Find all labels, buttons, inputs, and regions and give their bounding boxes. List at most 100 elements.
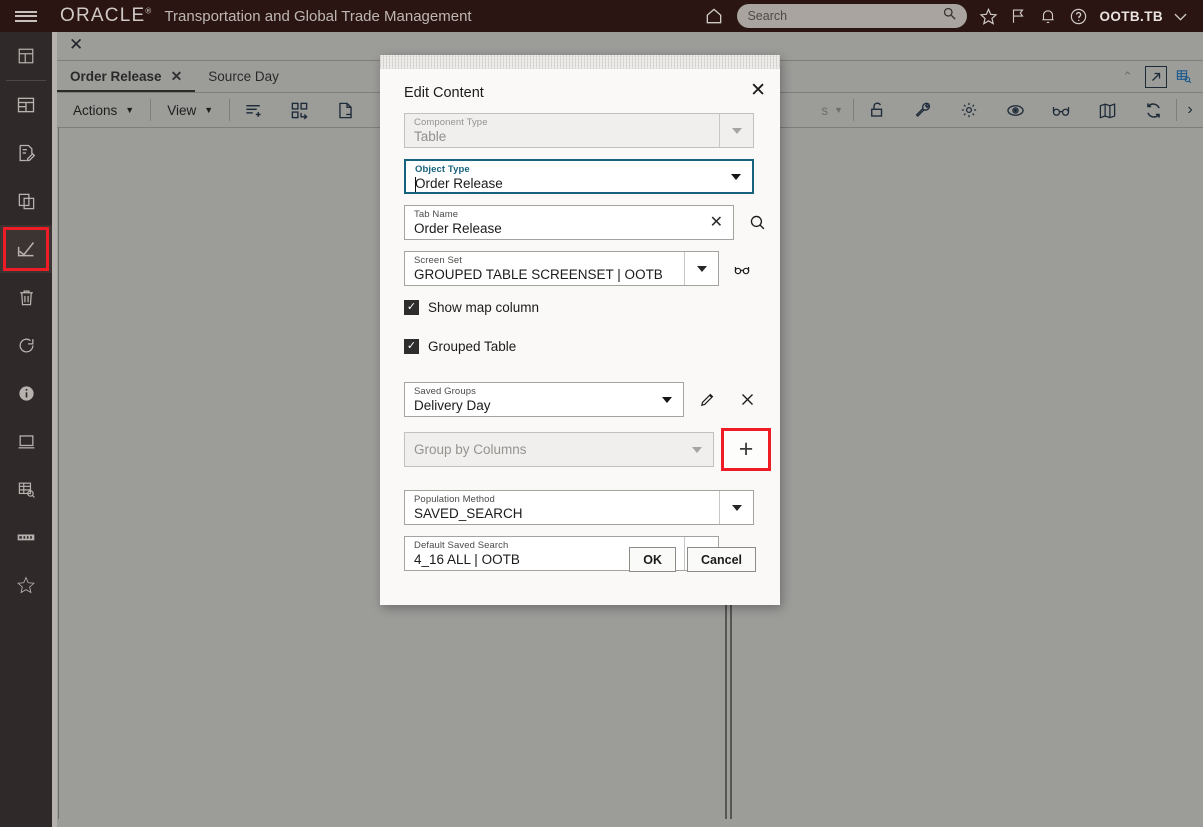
field-label: Component Type xyxy=(414,117,488,128)
screen-set-row: Screen Set GROUPED TABLE SCREENSET | OOT… xyxy=(380,251,780,286)
chevron-down-icon[interactable] xyxy=(719,491,753,524)
actions-label: Actions xyxy=(73,102,118,118)
sidebar-item-table-search[interactable] xyxy=(0,465,52,513)
sidebar-item-trend-chart[interactable] xyxy=(0,225,52,273)
hamburger-icon[interactable] xyxy=(0,0,52,32)
checkbox-label: Show map column xyxy=(428,300,540,315)
show-map-column-checkbox[interactable] xyxy=(404,300,419,315)
close-icon[interactable]: ✕ xyxy=(750,81,766,100)
close-icon[interactable]: ✕ xyxy=(171,68,183,85)
search-icon[interactable] xyxy=(740,205,774,240)
partial-menu-label: s xyxy=(821,102,829,118)
dialog-footer: OK Cancel xyxy=(380,547,780,572)
sidebar-item-edit-report[interactable] xyxy=(0,129,52,177)
close-icon[interactable]: ✕ xyxy=(710,214,723,231)
field-placeholder: Group by Columns xyxy=(414,442,527,457)
tab-order-release[interactable]: Order Release ✕ xyxy=(57,61,195,93)
chevron-down-icon xyxy=(719,114,753,147)
sidebar-item-layout[interactable] xyxy=(0,81,52,129)
component-type-field: Component Type Table xyxy=(404,113,754,148)
dialog-body: Component Type Table Object Type Order R… xyxy=(380,113,780,582)
sidebar-item-delete[interactable] xyxy=(0,273,52,321)
oracle-wordmark: ORACLE xyxy=(60,5,146,26)
field-label: Screen Set xyxy=(414,255,462,266)
global-search[interactable] xyxy=(737,4,968,28)
dialog-title: Edit Content xyxy=(404,85,484,101)
chevron-down-icon[interactable] xyxy=(662,396,672,403)
registered-mark: ® xyxy=(145,6,153,16)
chevron-down-icon[interactable]: ▼ xyxy=(834,105,853,115)
top-app-bar: ORACLE® Transportation and Global Trade … xyxy=(0,0,1203,32)
sidebar-item-refresh[interactable] xyxy=(0,321,52,369)
saved-groups-field[interactable]: Saved Groups Delivery Day xyxy=(404,382,684,417)
chevron-down-icon[interactable] xyxy=(1165,0,1195,32)
object-type-field[interactable]: Object Type Order Release xyxy=(404,159,754,194)
tab-label: Order Release xyxy=(70,69,162,84)
population-method-field[interactable]: Population Method SAVED_SEARCH xyxy=(404,490,754,525)
flag-icon[interactable] xyxy=(1003,0,1033,32)
sidebar-item-dashboard[interactable] xyxy=(0,32,52,80)
top-bar-actions: OOTB.TB xyxy=(697,0,1203,32)
refresh-cycle-icon[interactable] xyxy=(1130,92,1176,128)
chevron-down-icon: ▼ xyxy=(204,105,214,115)
app-title: Transportation and Global Trade Manageme… xyxy=(164,7,472,25)
table-search-icon[interactable] xyxy=(1173,66,1195,88)
add-row-icon[interactable] xyxy=(230,92,276,128)
show-map-column-row: Show map column xyxy=(380,300,780,315)
glasses-icon[interactable] xyxy=(725,251,759,286)
tab-name-field[interactable]: Tab Name Order Release ✕ xyxy=(404,205,734,240)
reorder-columns-icon[interactable] xyxy=(276,92,322,128)
sidebar-item-info[interactable] xyxy=(0,369,52,417)
field-label: Tab Name xyxy=(414,209,459,220)
field-label: Object Type xyxy=(415,164,470,175)
unlock-icon[interactable] xyxy=(854,92,900,128)
chevron-down-icon: ▼ xyxy=(125,105,135,115)
actions-menu-button[interactable]: Actions ▼ xyxy=(57,92,150,128)
component-type-row: Component Type Table xyxy=(380,113,780,148)
chevron-right-icon[interactable]: › xyxy=(1177,92,1203,128)
sidebar-item-favorites[interactable] xyxy=(0,561,52,609)
user-account-label[interactable]: OOTB.TB xyxy=(1099,9,1163,24)
chevron-up-icon[interactable]: ⌃ xyxy=(1116,69,1139,85)
search-icon[interactable] xyxy=(942,6,957,26)
gear-icon[interactable] xyxy=(946,92,992,128)
chevron-down-icon[interactable] xyxy=(684,252,718,285)
help-circle-icon[interactable] xyxy=(1063,0,1093,32)
map-fold-icon[interactable] xyxy=(1084,92,1130,128)
detach-page-icon[interactable] xyxy=(322,92,368,128)
bell-icon[interactable] xyxy=(1033,0,1063,32)
left-icon-rail xyxy=(0,32,52,827)
chevron-down-icon xyxy=(692,446,702,453)
screen-set-field[interactable]: Screen Set GROUPED TABLE SCREENSET | OOT… xyxy=(404,251,719,286)
pencil-icon[interactable] xyxy=(690,382,724,417)
wrench-icon[interactable] xyxy=(900,92,946,128)
sidebar-item-display[interactable] xyxy=(0,417,52,465)
population-method-row: Population Method SAVED_SEARCH xyxy=(380,490,780,525)
view-label: View xyxy=(167,102,197,118)
ok-button[interactable]: OK xyxy=(629,547,676,572)
tab-name-row: Tab Name Order Release ✕ xyxy=(380,205,780,240)
grouped-table-checkbox[interactable] xyxy=(404,339,419,354)
close-icon[interactable] xyxy=(730,382,764,417)
edit-content-dialog: ✕ Edit Content Component Type Table Obje… xyxy=(380,55,780,605)
close-icon[interactable]: ✕ xyxy=(69,36,83,54)
eye-icon[interactable] xyxy=(992,92,1038,128)
tab-strip-actions: ⌃ xyxy=(1116,65,1203,88)
search-input[interactable] xyxy=(747,9,943,23)
dialog-drag-handle[interactable] xyxy=(380,55,780,69)
field-value: Order Release xyxy=(415,176,503,191)
star-icon[interactable] xyxy=(973,0,1003,32)
tab-source-day[interactable]: Source Day xyxy=(195,61,292,93)
cancel-button[interactable]: Cancel xyxy=(687,547,756,572)
field-value: GROUPED TABLE SCREENSET | OOTB xyxy=(414,267,663,282)
field-value: Delivery Day xyxy=(414,398,491,413)
chevron-down-icon[interactable] xyxy=(731,173,741,180)
field-label: Saved Groups xyxy=(414,386,476,397)
view-menu-button[interactable]: View ▼ xyxy=(151,92,229,128)
add-group-column-button[interactable]: + xyxy=(721,428,771,471)
open-in-new-icon[interactable] xyxy=(1145,65,1167,88)
home-icon[interactable] xyxy=(697,0,731,32)
sidebar-item-copy[interactable] xyxy=(0,177,52,225)
glasses-icon[interactable] xyxy=(1038,92,1084,128)
sidebar-item-keyboard[interactable] xyxy=(0,513,52,561)
